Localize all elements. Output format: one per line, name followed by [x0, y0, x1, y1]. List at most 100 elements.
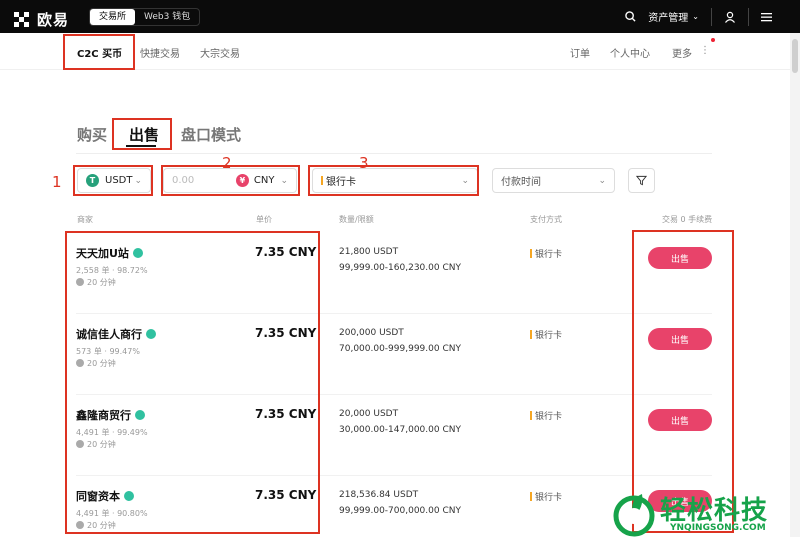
quantity: 200,000 USDT	[339, 328, 404, 338]
unit-price: 7.35 CNY	[255, 245, 317, 259]
payment-method-value: 银行卡	[326, 177, 356, 188]
payment-method: 银行卡	[530, 247, 562, 260]
payment-time-value: 付款时间	[501, 177, 541, 188]
annotation-number-1: 1	[52, 173, 62, 191]
chevron-down-icon: ⌄	[461, 175, 469, 186]
tab-web3-wallet[interactable]: Web3 钱包	[135, 9, 199, 25]
subnav-profile[interactable]: 个人中心	[610, 45, 650, 60]
quantity: 20,000 USDT	[339, 409, 399, 419]
currency-select-value[interactable]: CNY	[254, 175, 275, 186]
bank-card-marker	[321, 176, 323, 185]
watermark-url: YNQINGSONG.COM	[670, 523, 766, 533]
header-quantity-limit: 数量/限额	[339, 215, 374, 224]
table-row: 诚信佳人商行 573 单 · 99.47% 20 分钟 7.35 CNY 200…	[76, 314, 712, 395]
unit-price: 7.35 CNY	[255, 407, 317, 421]
top-bar: 欧易 交易所 Web3 钱包 资产管理 ⌄	[0, 0, 800, 33]
filter-button[interactable]	[628, 168, 655, 193]
tab-exchange[interactable]: 交易所	[90, 9, 136, 25]
merchant-name[interactable]: 诚信佳人商行	[76, 326, 156, 342]
chevron-down-icon: ⌄	[134, 175, 142, 186]
tab-active-underline	[126, 145, 156, 147]
cny-icon: ¥	[235, 174, 249, 187]
payment-method: 银行卡	[530, 490, 562, 503]
limit: 99,999.00-700,000.00 CNY	[339, 506, 461, 516]
sell-button[interactable]: 出售	[648, 409, 712, 431]
tether-icon: T	[86, 174, 99, 187]
verified-badge-icon	[146, 329, 156, 339]
payment-method: 银行卡	[530, 328, 562, 341]
quantity: 218,536.84 USDT	[339, 490, 419, 500]
amount-input-group: 0.00 ¥ CNY ⌄	[163, 168, 297, 193]
scrollbar-thumb[interactable]	[792, 39, 798, 73]
merchant-stats: 2,558 单 · 98.72%	[76, 266, 148, 275]
unit-price: 7.35 CNY	[255, 326, 317, 340]
logo-icon	[14, 12, 31, 27]
table-row: 鑫隆商贸行 4,491 单 · 99.49% 20 分钟 7.35 CNY 20…	[76, 395, 712, 476]
payment-window: 20 分钟	[76, 520, 116, 531]
clock-icon	[76, 521, 84, 529]
sub-nav: C2C 买币 快捷交易 大宗交易 订单 个人中心 更多 ⋮	[0, 33, 790, 70]
merchant-name[interactable]: 同窗资本	[76, 488, 134, 504]
user-icon[interactable]	[724, 11, 736, 23]
limit: 30,000.00-147,000.00 CNY	[339, 425, 461, 435]
page-scrollbar[interactable]	[790, 33, 800, 537]
payment-window: 20 分钟	[76, 277, 116, 288]
coin-select-value: USDT	[105, 175, 133, 186]
divider	[711, 7, 712, 26]
clock-icon	[76, 278, 84, 286]
divider	[748, 7, 749, 26]
coin-select[interactable]: T USDT ⌄	[77, 168, 151, 193]
tab-buy[interactable]: 购买	[77, 124, 107, 145]
verified-badge-icon	[135, 410, 145, 420]
merchant-name[interactable]: 鑫隆商贸行	[76, 407, 145, 423]
verified-badge-icon	[132, 248, 143, 258]
limit: 70,000.00-999,999.00 CNY	[339, 344, 461, 354]
watermark-text: 轻松科技	[660, 496, 769, 526]
payment-window: 20 分钟	[76, 358, 116, 369]
mode-switch: 交易所 Web3 钱包	[89, 8, 201, 26]
merchant-stats: 573 单 · 99.47%	[76, 347, 140, 356]
menu-icon[interactable]	[761, 12, 772, 22]
subnav-orders[interactable]: 订单	[570, 45, 590, 60]
payment-window: 20 分钟	[76, 439, 116, 450]
tabs-divider	[76, 153, 712, 154]
chevron-down-icon: ⌄	[598, 175, 606, 186]
subnav-quick-trade[interactable]: 快捷交易	[140, 45, 180, 60]
verified-badge-icon	[124, 491, 134, 501]
search-icon[interactable]	[625, 11, 636, 22]
subnav-more[interactable]: 更多	[672, 45, 692, 60]
watermark-logo-icon	[613, 494, 655, 537]
sell-button[interactable]: 出售	[648, 328, 712, 350]
payment-method-select[interactable]: 银行卡 ⌄	[312, 168, 478, 193]
tab-order-book[interactable]: 盘口模式	[181, 124, 241, 145]
header-fee: 交易 0 手续费	[662, 215, 713, 224]
watermark: 轻松科技 YNQINGSONG.COM	[610, 490, 800, 537]
clock-icon	[76, 440, 84, 448]
clock-icon	[76, 359, 84, 367]
okx-logo[interactable]: 欧易	[14, 9, 69, 30]
filter-icon	[636, 175, 647, 186]
unit-price: 7.35 CNY	[255, 488, 317, 502]
header-payment: 支付方式	[530, 215, 562, 224]
more-dots-icon[interactable]: ⋮	[700, 45, 710, 56]
top-right-actions: 资产管理 ⌄	[625, 0, 800, 33]
chevron-down-icon: ⌄	[280, 175, 288, 186]
merchant-name[interactable]: 天天加U站	[76, 245, 143, 261]
subnav-c2c-buy[interactable]: C2C 买币	[77, 45, 122, 60]
payment-method: 银行卡	[530, 409, 562, 422]
sell-button[interactable]: 出售	[648, 247, 712, 269]
chevron-down-icon: ⌄	[692, 12, 699, 21]
header-merchant: 商家	[77, 215, 93, 224]
subnav-block-trade[interactable]: 大宗交易	[200, 45, 240, 60]
quantity: 21,800 USDT	[339, 247, 399, 257]
notification-dot	[711, 38, 715, 42]
merchant-stats: 4,491 单 · 99.49%	[76, 428, 148, 437]
table-row: 天天加U站 2,558 单 · 98.72% 20 分钟 7.35 CNY 21…	[76, 233, 712, 314]
payment-time-select[interactable]: 付款时间 ⌄	[492, 168, 615, 193]
asset-management-menu[interactable]: 资产管理 ⌄	[648, 9, 699, 24]
merchant-stats: 4,491 单 · 90.80%	[76, 509, 148, 518]
tab-sell[interactable]: 出售	[129, 124, 159, 145]
asset-management-label: 资产管理	[648, 13, 689, 24]
amount-input[interactable]: 0.00	[172, 175, 194, 186]
logo-text: 欧易	[37, 11, 70, 29]
